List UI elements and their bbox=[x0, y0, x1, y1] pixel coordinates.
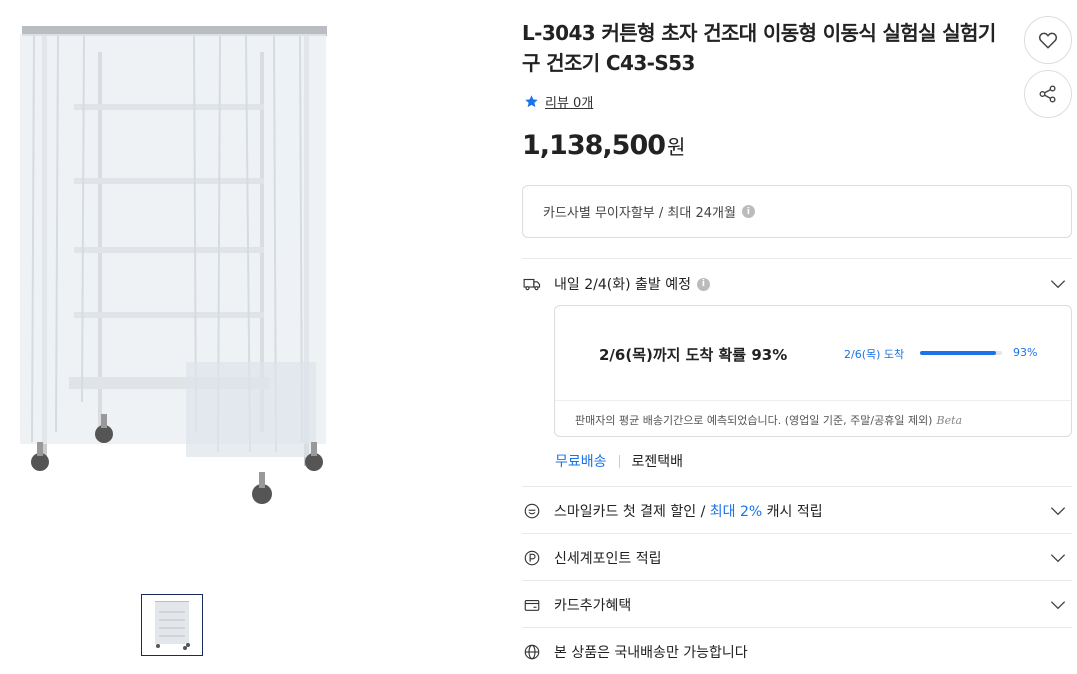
smile-card-benefit-row[interactable]: 스마일카드 첫 결제 할인 / 최대 2% 캐시 적립 bbox=[522, 499, 1072, 523]
divider bbox=[522, 258, 1072, 259]
arrival-probability: 2/6(목)까지 도착 확률 93% bbox=[599, 346, 788, 364]
truck-icon bbox=[522, 274, 542, 294]
review-link[interactable]: 리뷰 0개 bbox=[524, 92, 593, 111]
free-shipping: 무료배송 bbox=[555, 454, 607, 470]
star-icon bbox=[525, 95, 538, 108]
domestic-only-label: 본 상품은 국내배송만 가능합니다 bbox=[554, 645, 748, 661]
globe-icon bbox=[522, 642, 542, 662]
point-icon bbox=[522, 548, 542, 568]
product-thumbnail[interactable] bbox=[141, 594, 203, 656]
divider bbox=[522, 533, 1072, 534]
divider bbox=[522, 580, 1072, 581]
arrival-probability-bar-fill bbox=[920, 351, 997, 355]
delivery-estimate-box: 2/6(목)까지 도착 확률 93% 2/6(목) 도착 93% 판매자의 평균… bbox=[554, 305, 1072, 437]
card-extra-benefit-row[interactable]: 카드추가혜택 bbox=[522, 593, 1072, 617]
delivery-note-text: 판매자의 평균 배송기간으로 예측되었습니다. (영업일 기준, 주말/공휴일 … bbox=[575, 414, 933, 427]
delivery-row[interactable]: 내일 2/4(화) 출발 예정 i bbox=[522, 272, 1072, 296]
beta-label: Beta bbox=[936, 414, 963, 427]
smile-card-suffix: 캐시 적립 bbox=[762, 504, 823, 520]
price: 1,138,500 원 bbox=[522, 130, 685, 161]
share-button[interactable] bbox=[1024, 70, 1072, 118]
card-icon bbox=[522, 595, 542, 615]
chevron-down-icon[interactable] bbox=[1048, 595, 1068, 615]
info-icon[interactable]: i bbox=[696, 277, 710, 291]
arrival-probability-bar bbox=[920, 351, 1002, 355]
divider bbox=[522, 627, 1072, 628]
carrier-name: 로젠택배 bbox=[631, 454, 684, 470]
product-main-image bbox=[14, 22, 334, 512]
review-count: 리뷰 0개 bbox=[545, 96, 594, 111]
arrival-bar-label: 2/6(목) 도착 bbox=[844, 348, 905, 361]
heart-icon bbox=[1038, 32, 1058, 49]
card-extra-label: 카드추가혜택 bbox=[554, 598, 632, 614]
chevron-down-icon[interactable] bbox=[1048, 501, 1068, 521]
arrival-bar-percent: 93% bbox=[1013, 346, 1038, 359]
info-icon[interactable]: i bbox=[741, 205, 755, 218]
delivery-note: 판매자의 평균 배송기간으로 예측되었습니다. (영업일 기준, 주말/공휴일 … bbox=[575, 412, 962, 428]
price-number: 1,138,500 bbox=[522, 130, 666, 161]
smile-card-icon bbox=[522, 501, 542, 521]
wishlist-button[interactable] bbox=[1024, 16, 1072, 64]
chevron-down-icon[interactable] bbox=[1048, 274, 1068, 294]
smile-card-prefix: 스마일카드 첫 결제 할인 / bbox=[554, 504, 710, 520]
dispatch-text: 내일 2/4(화) 출발 예정 bbox=[554, 277, 691, 293]
installment-info: 카드사별 무이자할부 / 최대 24개월 i bbox=[522, 185, 1072, 238]
domestic-shipping-row: 본 상품은 국내배송만 가능합니다 bbox=[522, 640, 1072, 664]
price-unit: 원 bbox=[667, 135, 686, 159]
divider bbox=[618, 454, 620, 468]
smile-card-highlight: 최대 2% bbox=[709, 504, 763, 520]
divider bbox=[522, 486, 1072, 487]
divider bbox=[555, 400, 1071, 401]
installment-text: 카드사별 무이자할부 / 최대 24개월 bbox=[543, 206, 736, 221]
shipping-info: 무료배송 로젠택배 bbox=[555, 451, 683, 471]
share-icon bbox=[1039, 85, 1056, 103]
shinsegae-point-row[interactable]: 신세계포인트 적립 bbox=[522, 546, 1072, 570]
chevron-down-icon[interactable] bbox=[1048, 548, 1068, 568]
product-title: L-3043 커튼형 초자 건조대 이동형 이동식 실험실 실험기구 건조기 C… bbox=[522, 21, 996, 75]
shinsegae-point-label: 신세계포인트 적립 bbox=[554, 551, 662, 567]
